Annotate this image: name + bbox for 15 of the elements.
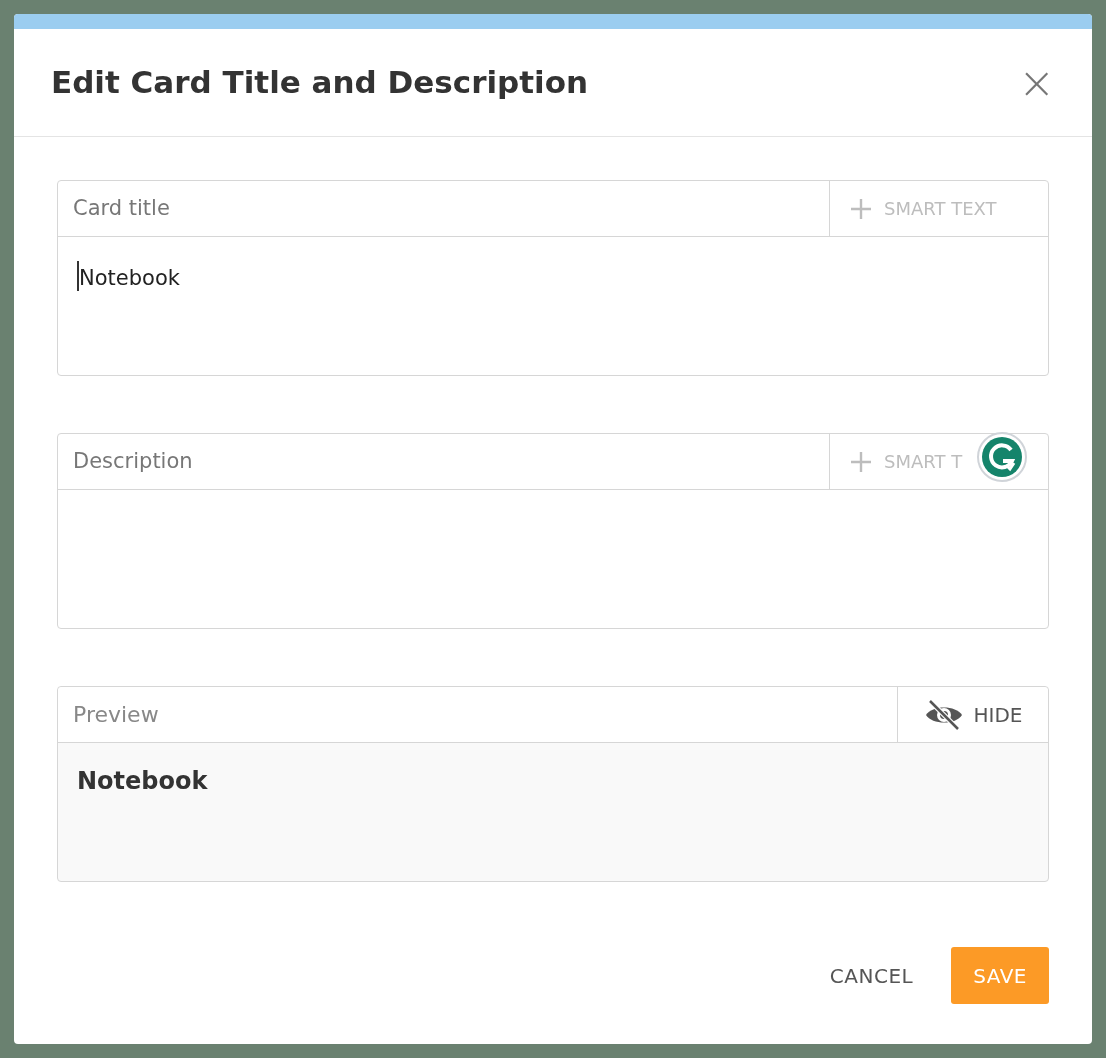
grammar-checker-icon[interactable] <box>976 431 1028 483</box>
field-value: Notebook <box>79 265 180 292</box>
plus-icon <box>850 197 872 220</box>
text-field[interactable]: Card title SMART TEXT Notebook <box>57 180 1049 376</box>
hide-button[interactable]: HIDE <box>897 687 1048 742</box>
preview-text: Notebook <box>76 766 209 797</box>
dialog-title: Edit Card Title and Description <box>51 63 589 103</box>
plus-icon <box>850 450 872 473</box>
close-button[interactable]: × <box>1018 60 1055 105</box>
text-field[interactable]: Description SMART T <box>57 433 1049 629</box>
field-label: Card title <box>72 194 171 222</box>
cancel-button[interactable]: CANCEL <box>807 947 936 1004</box>
eye-slash-icon <box>923 698 964 731</box>
field-label: Description <box>72 447 194 475</box>
preview-label: Preview <box>72 701 160 729</box>
